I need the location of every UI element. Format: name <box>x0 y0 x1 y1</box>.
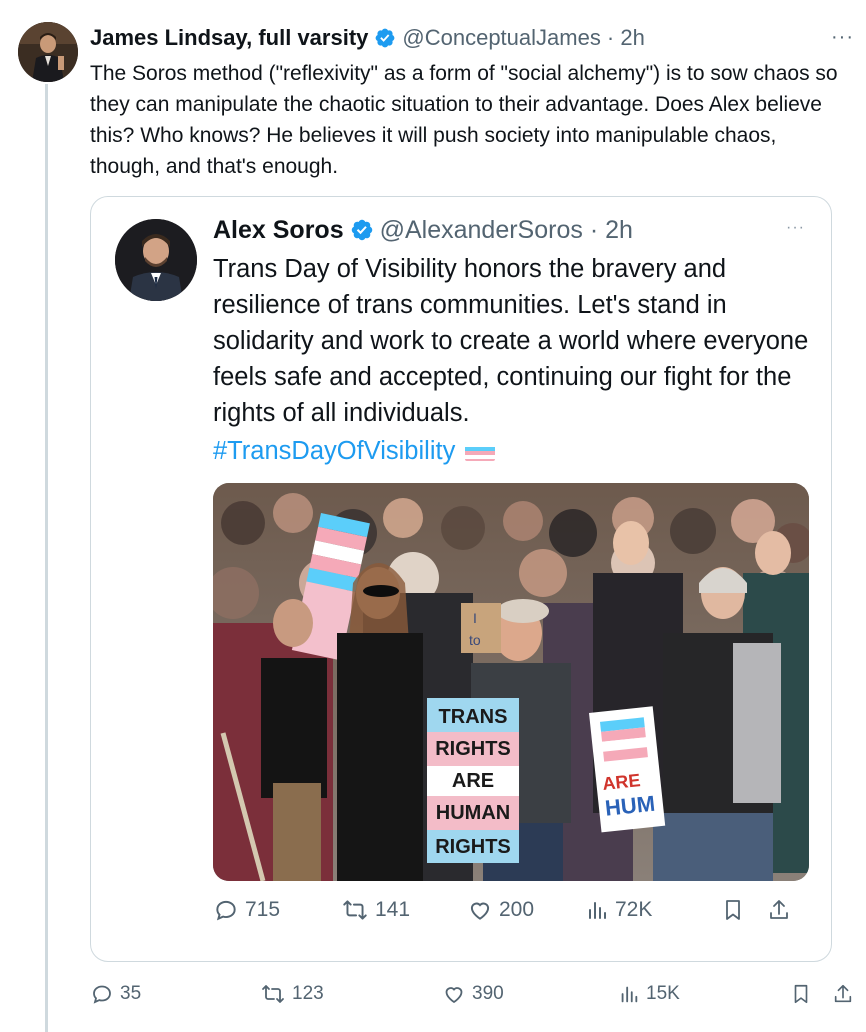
sign-left-line-2: to <box>469 632 481 648</box>
retweet-icon <box>343 900 367 920</box>
quote-author-handle-time[interactable]: @AlexanderSoros · 2h <box>380 216 633 245</box>
quote-retweet-button[interactable]: 141 <box>341 897 410 923</box>
verified-badge-icon <box>350 218 374 242</box>
like-count: 200 <box>499 898 535 921</box>
sign-main-line-4: HUMAN <box>436 802 510 824</box>
reply-icon <box>93 985 111 1004</box>
reply-count: 715 <box>245 898 281 921</box>
author-handle-time[interactable]: @ConceptualJames · 2h <box>402 25 644 51</box>
tweet-action-bar: 35 123 390 15K <box>90 982 866 1014</box>
retweet-count: 141 <box>375 898 411 921</box>
quote-header: Alex Soros @AlexanderSoros · 2h <box>213 215 633 245</box>
quote-avatar[interactable] <box>115 219 197 301</box>
quote-share-button[interactable] <box>767 897 797 923</box>
more-options-button[interactable]: ··· <box>831 26 854 49</box>
sign-main-line-2: RIGHTS <box>435 738 511 760</box>
quote-avatar-photo <box>115 219 197 301</box>
rally-photo-image: I to ARE HUM TRANS RIGHTS ARE HUMAN RIGH… <box>213 483 809 881</box>
share-icon <box>834 984 852 1003</box>
sign-main-line-1: TRANS <box>439 706 508 728</box>
reply-count: 35 <box>120 983 142 1004</box>
avatar-photo <box>18 22 78 82</box>
sign-left-line-1: I <box>473 610 477 626</box>
rally-photo[interactable]: I to ARE HUM TRANS RIGHTS ARE HUMAN RIGH… <box>213 483 809 881</box>
views-count: 72K <box>615 898 653 921</box>
bookmark-icon <box>794 984 808 1004</box>
share-icon <box>770 900 788 919</box>
sign-main-line-5: RIGHTS <box>435 836 511 858</box>
like-button[interactable]: 390 <box>442 982 504 1006</box>
quote-views-button[interactable]: 72K <box>585 897 652 923</box>
avatar[interactable] <box>18 22 78 82</box>
tweet-header: James Lindsay, full varsity @ConceptualJ… <box>90 24 645 52</box>
tweet-text: The Soros method ("reflexivity" as a for… <box>90 62 838 178</box>
reply-icon <box>216 900 236 921</box>
author-name[interactable]: James Lindsay, full varsity <box>90 25 368 51</box>
quote-text: Trans Day of Visibility honors the brave… <box>213 255 809 427</box>
views-icon <box>621 986 638 1003</box>
thread-connector-line <box>45 84 48 1032</box>
quote-author-name[interactable]: Alex Soros <box>213 216 344 245</box>
verified-badge-icon <box>374 27 396 49</box>
views-count: 15K <box>646 983 680 1004</box>
sign-right-line-2: HUM <box>604 791 656 821</box>
quote-action-bar: 715 141 200 72K <box>213 897 809 929</box>
views-button[interactable]: 15K <box>618 982 680 1006</box>
sign-right-line-1: ARE <box>601 770 641 794</box>
quote-bookmark-button[interactable] <box>721 897 751 923</box>
retweet-button[interactable]: 123 <box>260 982 324 1006</box>
retweet-icon <box>262 985 284 1003</box>
like-icon <box>445 987 463 1004</box>
transgender-flag-icon <box>465 441 496 461</box>
reply-button[interactable]: 35 <box>90 982 141 1006</box>
bookmark-icon <box>726 900 740 920</box>
quote-reply-button[interactable]: 715 <box>213 897 280 923</box>
retweet-count: 123 <box>292 983 324 1004</box>
views-icon <box>589 902 606 919</box>
like-count: 390 <box>472 983 504 1004</box>
quote-more-options-icon: ··· <box>786 219 805 236</box>
sign-main-line-3: ARE <box>452 770 494 792</box>
quote-tweet-card[interactable]: Alex Soros @AlexanderSoros · 2h ··· Tran… <box>90 196 832 962</box>
quote-hashtag-row: #TransDayOfVisibility <box>213 433 496 469</box>
quote-like-button[interactable]: 200 <box>467 897 534 923</box>
like-icon <box>470 902 490 920</box>
bookmark-button[interactable] <box>790 982 818 1006</box>
hashtag-link[interactable]: #TransDayOfVisibility <box>213 433 455 469</box>
share-button[interactable] <box>832 982 860 1006</box>
